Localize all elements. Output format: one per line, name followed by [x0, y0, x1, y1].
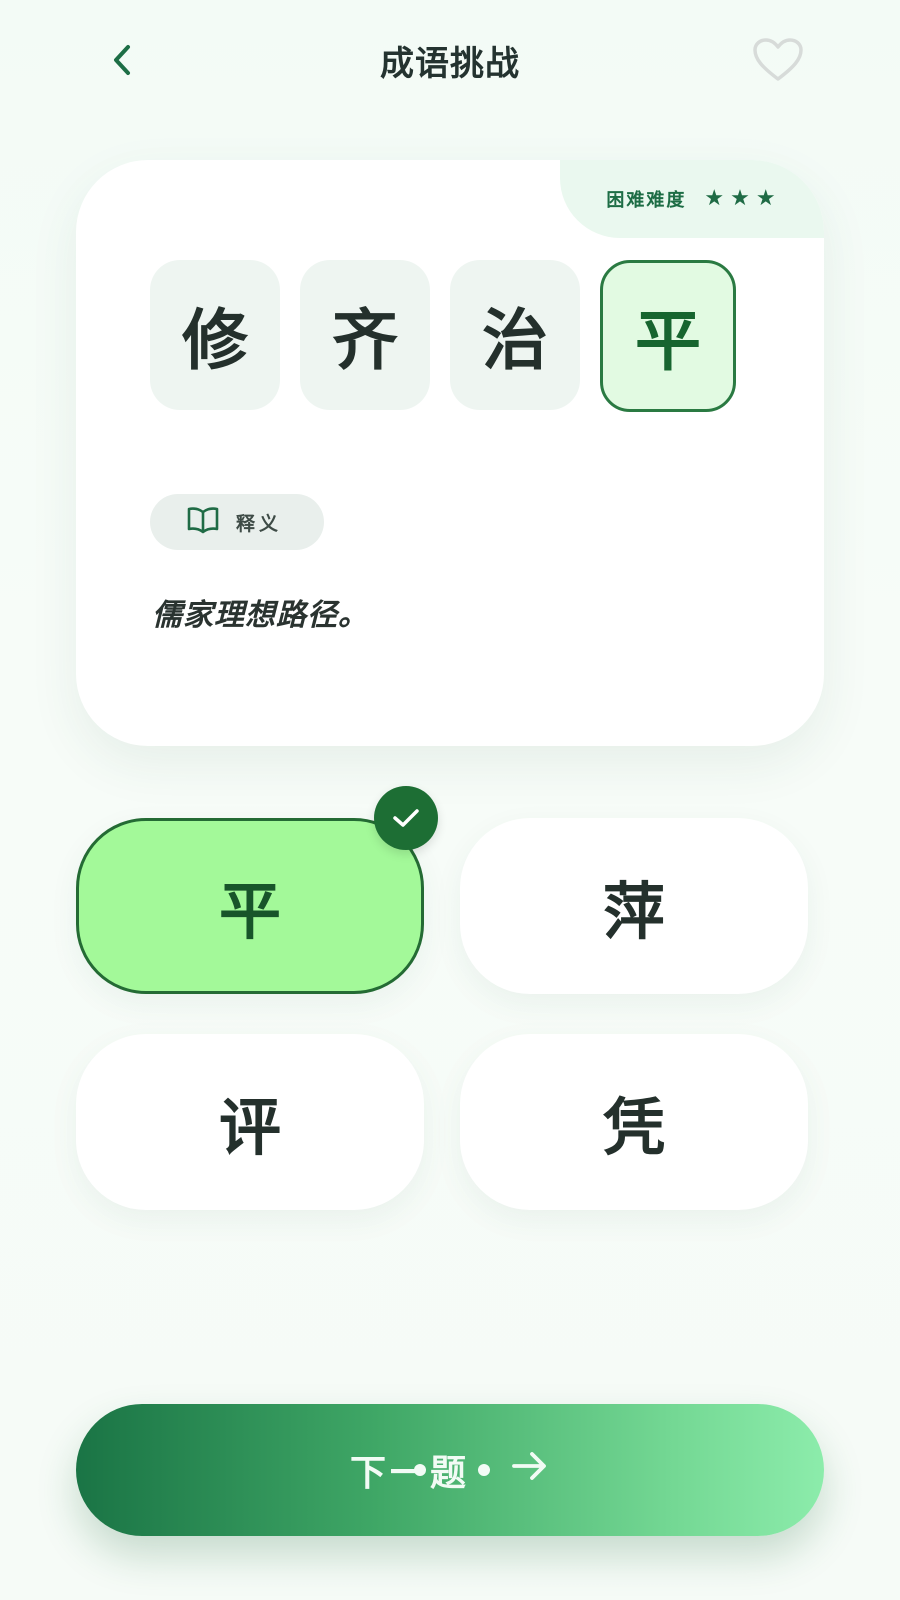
difficulty-stars: ★ ★ ★: [704, 188, 777, 210]
difficulty-label: 困难难度: [606, 190, 687, 211]
next-question-text: 下一题: [349, 1453, 470, 1494]
idiom-answer-tile[interactable]: 平: [600, 260, 736, 412]
star-icon: ★: [755, 186, 778, 211]
next-question-label: 下一题: [349, 1444, 490, 1496]
idiom-char-tile: 修: [150, 260, 280, 410]
option-button[interactable]: 凭: [460, 1034, 808, 1210]
decorative-dot: [413, 1464, 426, 1476]
star-icon: ★: [704, 186, 727, 211]
option-button-selected[interactable]: 平: [76, 818, 424, 994]
idiom-char-tile: 齐: [300, 260, 430, 410]
idiom-char-tile: 治: [450, 260, 580, 410]
idiom-tiles: 修 齐 治 平: [150, 260, 736, 412]
favorite-button[interactable]: [752, 38, 804, 86]
option-button[interactable]: 萍: [460, 818, 808, 994]
meaning-label: 释义: [236, 512, 283, 535]
star-icon: ★: [730, 186, 752, 211]
heart-outline-icon: [752, 37, 804, 87]
arrow-right-icon: [510, 1449, 550, 1492]
next-question-button[interactable]: 下一题: [76, 1404, 824, 1536]
check-icon: [374, 786, 438, 850]
difficulty-badge: 困难难度 ★ ★ ★: [560, 160, 824, 238]
option-button[interactable]: 评: [76, 1034, 424, 1210]
decorative-dot: [477, 1464, 490, 1476]
meaning-text: 儒家理想路径。: [152, 598, 369, 633]
question-card: 困难难度 ★ ★ ★ 修 齐 治 平 释义 儒家理想路径。: [76, 160, 824, 746]
meaning-chip[interactable]: 释义: [150, 494, 324, 550]
book-icon: [186, 505, 220, 540]
